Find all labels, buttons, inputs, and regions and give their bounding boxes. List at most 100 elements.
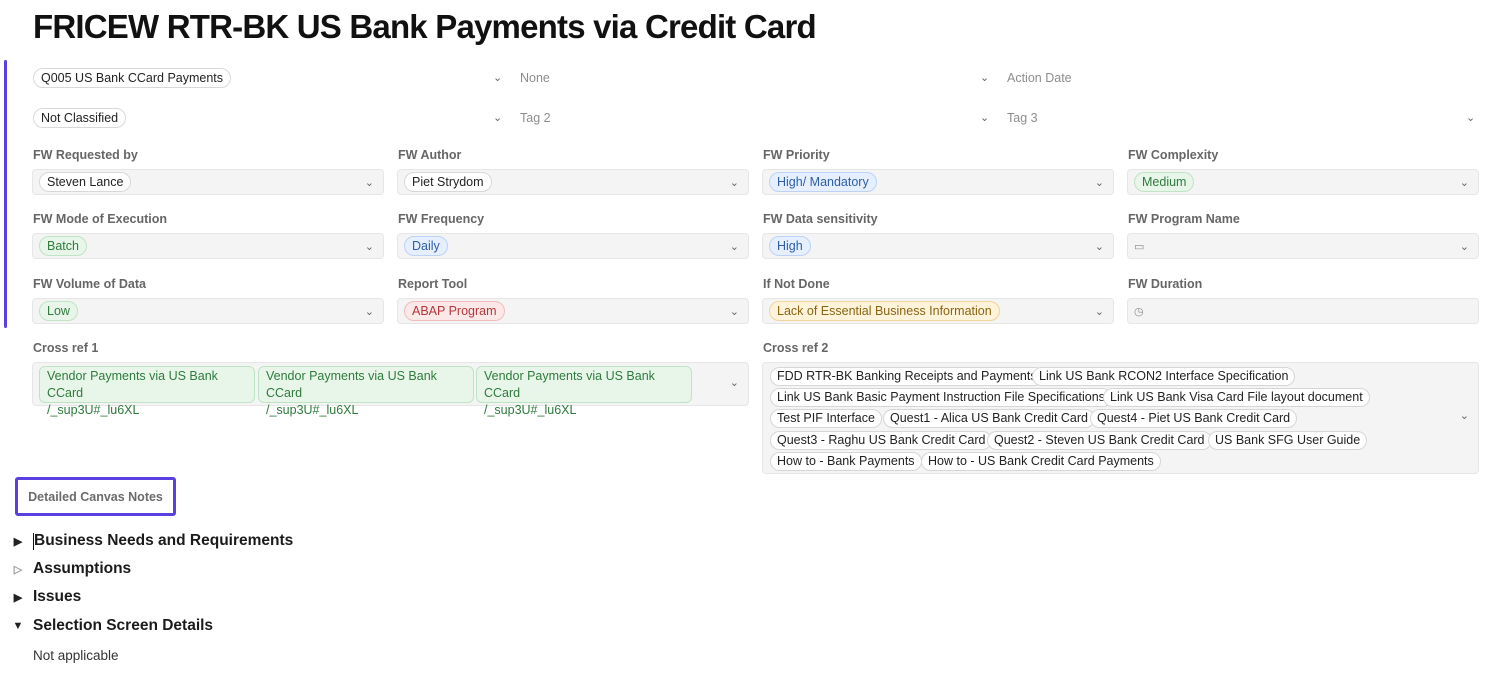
text-field-icon: ▭ <box>1134 240 1145 253</box>
report-tool-select[interactable]: ABAP Program ⌄ <box>397 298 749 324</box>
chevron-down-icon: ⌄ <box>729 306 739 318</box>
cross-ref2-chip[interactable]: Link US Bank RCON2 Interface Specificati… <box>1032 367 1296 386</box>
action-date-placeholder: Action Date <box>1007 71 1072 85</box>
section-title: Selection Screen Details <box>33 617 214 634</box>
cross-ref1-field[interactable]: Vendor Payments via US Bank CCard /_sup3… <box>32 362 749 417</box>
cross-ref2-chip[interactable]: How to - Bank Payments <box>770 452 922 471</box>
chevron-down-icon[interactable]: ⌄ <box>1466 113 1475 124</box>
author-label: FW Author <box>398 148 462 162</box>
detailed-canvas-notes-button[interactable]: Detailed Canvas Notes <box>15 477 176 516</box>
cross-ref2-chip[interactable]: Quest1 - Alica US Bank Credit Card <box>883 409 1095 428</box>
report-tool-chip: ABAP Program <box>404 301 505 321</box>
cross-ref1-chip[interactable]: Vendor Payments via US Bank CCard /_sup3… <box>476 366 692 417</box>
author-select[interactable]: Piet Strydom ⌄ <box>397 169 749 195</box>
chevron-down-icon: ⌄ <box>364 306 374 318</box>
chevron-down-icon: ⌄ <box>1459 410 1469 422</box>
tag3-placeholder: Tag 3 <box>1007 111 1038 125</box>
chevron-down-icon: ⌄ <box>729 377 739 389</box>
section-business-needs[interactable]: ▶ Business Needs and Requirements <box>10 532 293 550</box>
section-issues[interactable]: ▶ Issues <box>10 588 82 606</box>
if-not-done-select[interactable]: Lack of Essential Business Information ⌄ <box>762 298 1114 324</box>
cross-ref2-chip[interactable]: Quest4 - Piet US Bank Credit Card <box>1090 409 1298 428</box>
cross-ref1-chip[interactable]: Vendor Payments via US Bank CCard /_sup3… <box>39 366 255 417</box>
page-title: FRICEW RTR-BK US Bank Payments via Credi… <box>33 8 817 45</box>
chevron-down-icon: ⌄ <box>1459 177 1469 189</box>
tag3-select[interactable]: Tag 3 <box>1007 106 1038 130</box>
volume-select[interactable]: Low ⌄ <box>32 298 384 324</box>
section-title: Business Needs and Requirements <box>34 532 294 549</box>
chevron-down-icon[interactable]: ⌄ <box>980 113 989 124</box>
action-date-field[interactable]: Action Date <box>1007 66 1072 90</box>
cross-ref2-chip[interactable]: Test PIF Interface <box>770 409 882 428</box>
classification-select[interactable]: Not Classified <box>33 106 127 130</box>
status-placeholder: None <box>520 71 550 85</box>
chevron-down-icon: ⌄ <box>1094 306 1104 318</box>
classification-chip: Not Classified <box>33 108 127 128</box>
cross-ref2-chip[interactable]: Quest3 - Raghu US Bank Credit Card <box>770 431 993 450</box>
type-select[interactable]: Q005 US Bank CCard Payments <box>33 66 232 90</box>
chip-line1: Vendor Payments via US Bank CCard <box>266 369 437 400</box>
chevron-down-icon: ⌄ <box>1094 241 1104 253</box>
section-assumptions[interactable]: ▷ Assumptions <box>10 560 131 578</box>
chevron-down-icon: ⌄ <box>364 241 374 253</box>
duration-field[interactable]: ◷ <box>1127 298 1479 324</box>
program-name-label: FW Program Name <box>1128 212 1240 226</box>
duration-label: FW Duration <box>1128 277 1203 291</box>
frequency-select[interactable]: Daily ⌄ <box>397 233 749 259</box>
cross-ref1-chip[interactable]: Vendor Payments via US Bank CCard /_sup3… <box>258 366 474 417</box>
chip-line2: /_sup3U#_lu6XL <box>266 403 359 417</box>
cross-ref2-chip[interactable]: Link US Bank Visa Card File layout docum… <box>1103 388 1370 407</box>
requested-by-chip: Steven Lance <box>39 172 132 192</box>
priority-select[interactable]: High/ Mandatory ⌄ <box>762 169 1114 195</box>
chevron-down-icon[interactable]: ⌄ <box>980 73 989 84</box>
expand-triangle-icon[interactable]: ▶ <box>10 591 26 604</box>
sensitivity-label: FW Data sensitivity <box>763 212 878 226</box>
clock-icon: ◷ <box>1134 305 1144 318</box>
tag2-placeholder: Tag 2 <box>520 111 551 125</box>
complexity-select[interactable]: Medium ⌄ <box>1127 169 1479 195</box>
chip-line2: /_sup3U#_lu6XL <box>484 403 577 417</box>
cross-ref2-chip[interactable]: Quest2 - Steven US Bank Credit Card <box>987 431 1212 450</box>
priority-chip: High/ Mandatory <box>769 172 877 192</box>
requested-by-label: FW Requested by <box>33 148 138 162</box>
chip-line1: Vendor Payments via US Bank CCard <box>47 369 218 400</box>
chevron-down-icon: ⌄ <box>729 177 739 189</box>
priority-label: FW Priority <box>763 148 830 162</box>
volume-chip: Low <box>39 301 78 321</box>
expand-triangle-icon[interactable]: ▶ <box>10 535 26 548</box>
author-chip: Piet Strydom <box>404 172 492 192</box>
cross-ref2-label: Cross ref 2 <box>763 341 829 355</box>
cross-ref2-chip[interactable]: How to - US Bank Credit Card Payments <box>921 452 1161 471</box>
if-not-done-chip: Lack of Essential Business Information <box>769 301 1000 321</box>
selection-indicator-bar <box>4 60 7 328</box>
chevron-down-icon[interactable]: ⌄ <box>493 73 502 84</box>
type-chip: Q005 US Bank CCard Payments <box>33 68 232 88</box>
expand-triangle-icon[interactable]: ▷ <box>10 563 26 576</box>
complexity-label: FW Complexity <box>1128 148 1219 162</box>
frequency-chip: Daily <box>404 236 448 256</box>
tag2-select[interactable]: Tag 2 <box>520 106 551 130</box>
cross-ref2-chip[interactable]: Link US Bank Basic Payment Instruction F… <box>770 388 1112 407</box>
collapse-triangle-icon[interactable]: ▼ <box>10 620 26 632</box>
sensitivity-select[interactable]: High ⌄ <box>762 233 1114 259</box>
program-name-select[interactable]: ▭ ⌄ <box>1127 233 1479 259</box>
cross-ref1-label: Cross ref 1 <box>33 341 99 355</box>
chip-line2: /_sup3U#_lu6XL <box>47 403 140 417</box>
mode-select[interactable]: Batch ⌄ <box>32 233 384 259</box>
cross-ref2-chip[interactable]: FDD RTR-BK Banking Receipts and Payments <box>770 367 1044 386</box>
detailed-canvas-notes-label: Detailed Canvas Notes <box>28 489 163 504</box>
report-tool-label: Report Tool <box>398 277 468 291</box>
section-title: Issues <box>33 588 82 605</box>
status-select[interactable]: None <box>520 66 550 90</box>
selection-screen-body: Not applicable <box>33 648 119 663</box>
mode-chip: Batch <box>39 236 87 256</box>
chevron-down-icon: ⌄ <box>1094 177 1104 189</box>
chevron-down-icon[interactable]: ⌄ <box>493 113 502 124</box>
chevron-down-icon: ⌄ <box>729 241 739 253</box>
complexity-chip: Medium <box>1134 172 1195 192</box>
cross-ref2-chip[interactable]: US Bank SFG User Guide <box>1208 431 1368 450</box>
requested-by-select[interactable]: Steven Lance ⌄ <box>32 169 384 195</box>
chevron-down-icon: ⌄ <box>1459 241 1469 253</box>
cross-ref2-field[interactable]: FDD RTR-BK Banking Receipts and Payments… <box>762 362 1479 474</box>
section-selection-screen[interactable]: ▼ Selection Screen Details <box>10 617 214 635</box>
